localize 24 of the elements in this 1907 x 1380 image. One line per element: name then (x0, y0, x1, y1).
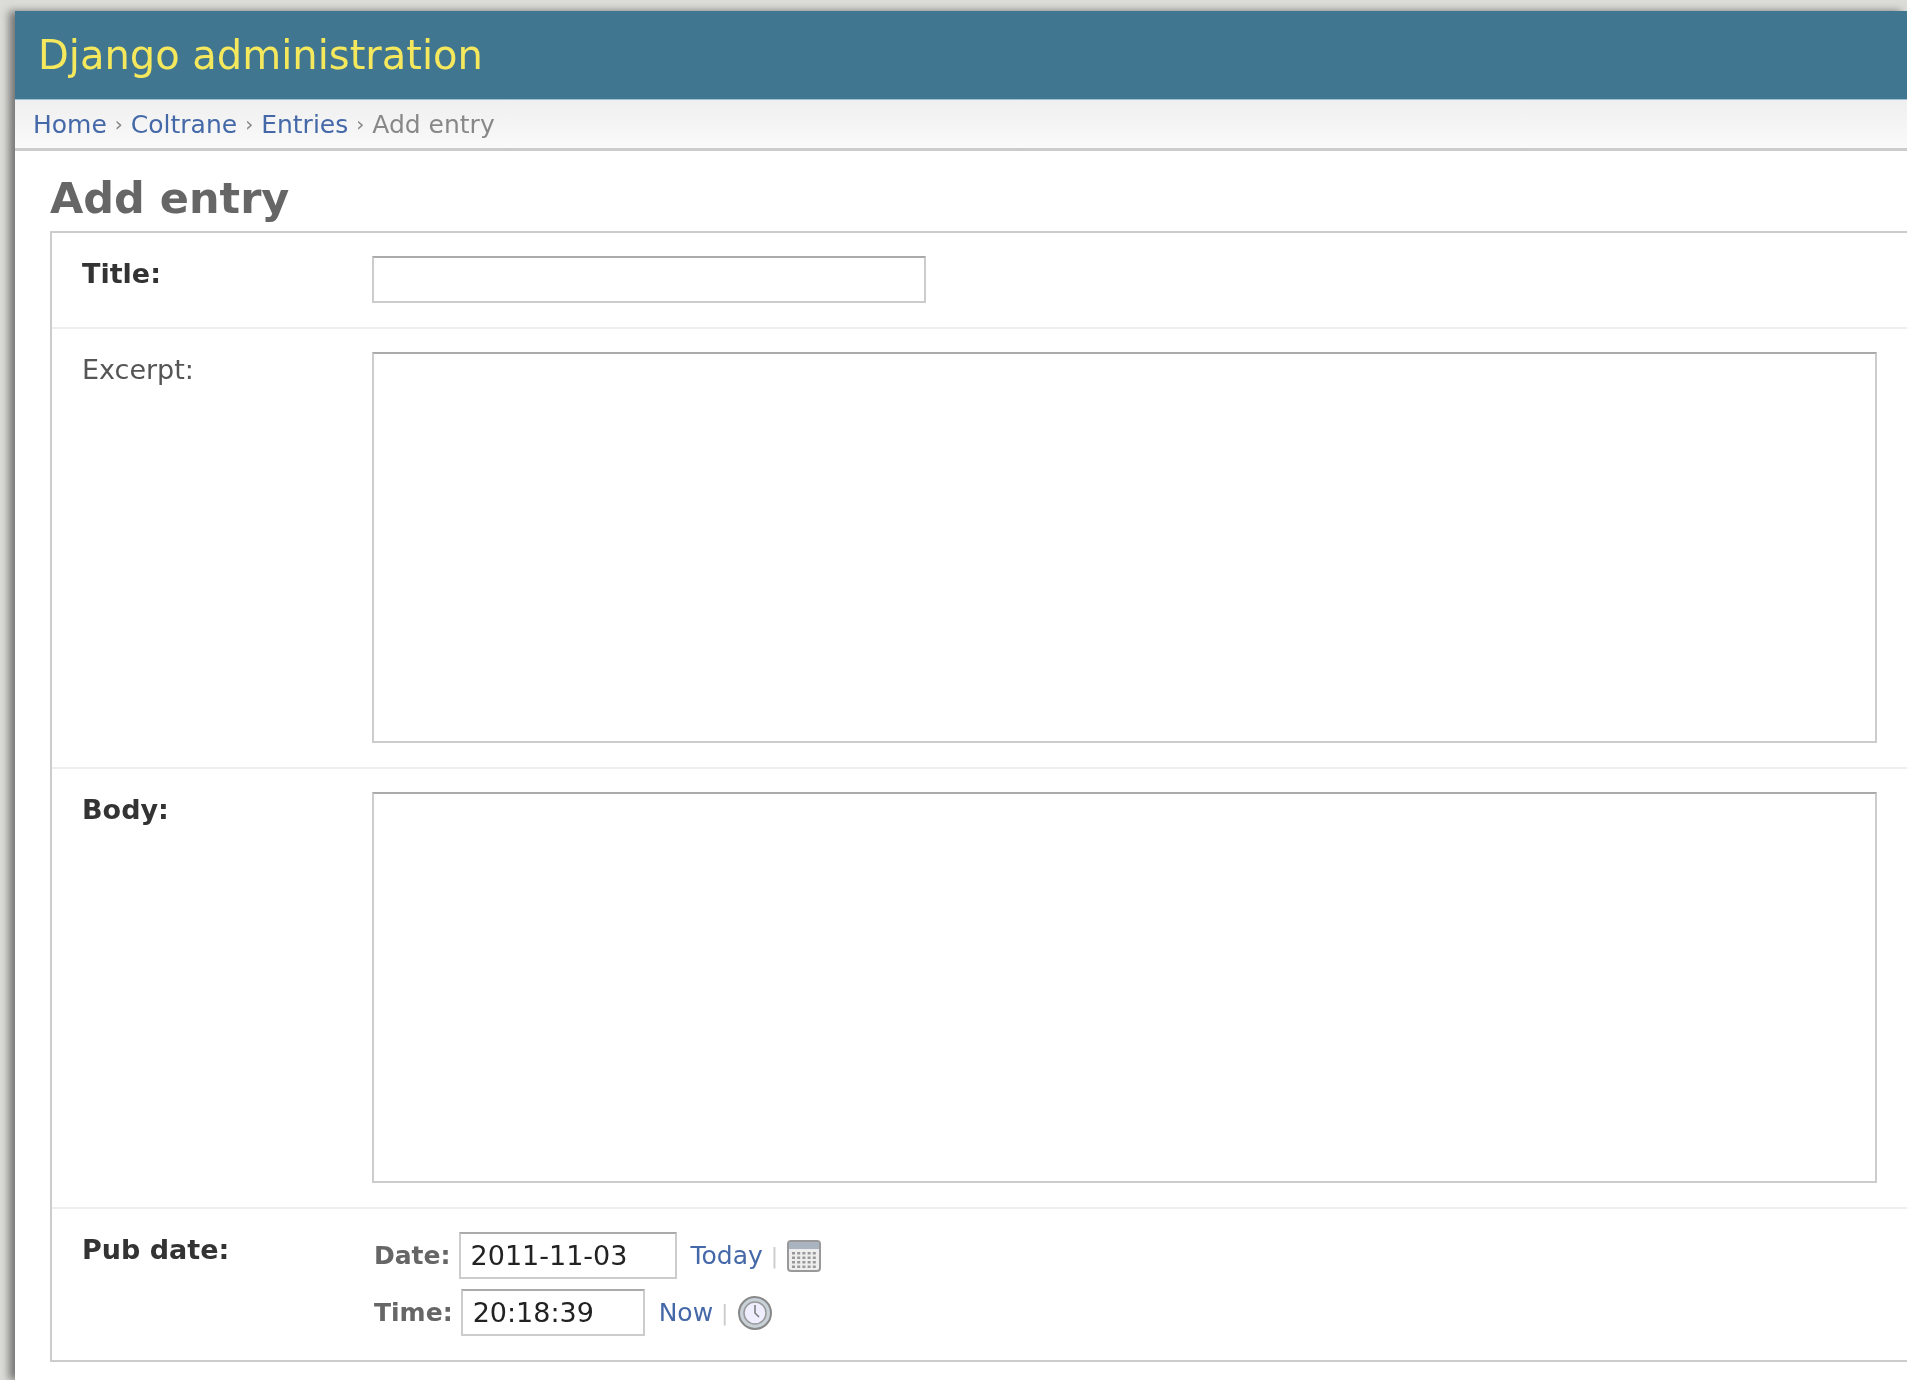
separator: | (721, 1300, 729, 1325)
separator: | (770, 1243, 779, 1268)
date-label: Date: (374, 1241, 451, 1270)
breadcrumb-current: Add entry (372, 109, 495, 139)
now-link[interactable]: Now (658, 1298, 714, 1327)
breadcrumb-separator: › (245, 112, 254, 136)
today-link[interactable]: Today (690, 1241, 763, 1270)
breadcrumb-link[interactable]: Home (33, 109, 107, 139)
title-field[interactable] (372, 256, 926, 303)
field-label: Pub date: (81, 1233, 231, 1267)
site-title: Django administration (38, 32, 483, 78)
clock-icon[interactable] (736, 1294, 773, 1331)
page-heading: Add entry (50, 173, 291, 223)
time-label: Time: (374, 1298, 453, 1327)
breadcrumb-separator: › (114, 112, 123, 136)
breadcrumb-separator: › (356, 112, 365, 136)
field-label: Excerpt: (81, 353, 195, 387)
breadcrumb-link[interactable]: Entries (261, 109, 349, 139)
date-field[interactable]: 2011-11-03 (458, 1232, 677, 1279)
time-field[interactable]: 20:18:39 (460, 1289, 645, 1336)
breadcrumb-link[interactable]: Coltrane (130, 109, 238, 139)
field-label: Body: (81, 793, 170, 827)
field-label: Title: (81, 257, 162, 291)
calendar-icon[interactable] (786, 1237, 823, 1274)
